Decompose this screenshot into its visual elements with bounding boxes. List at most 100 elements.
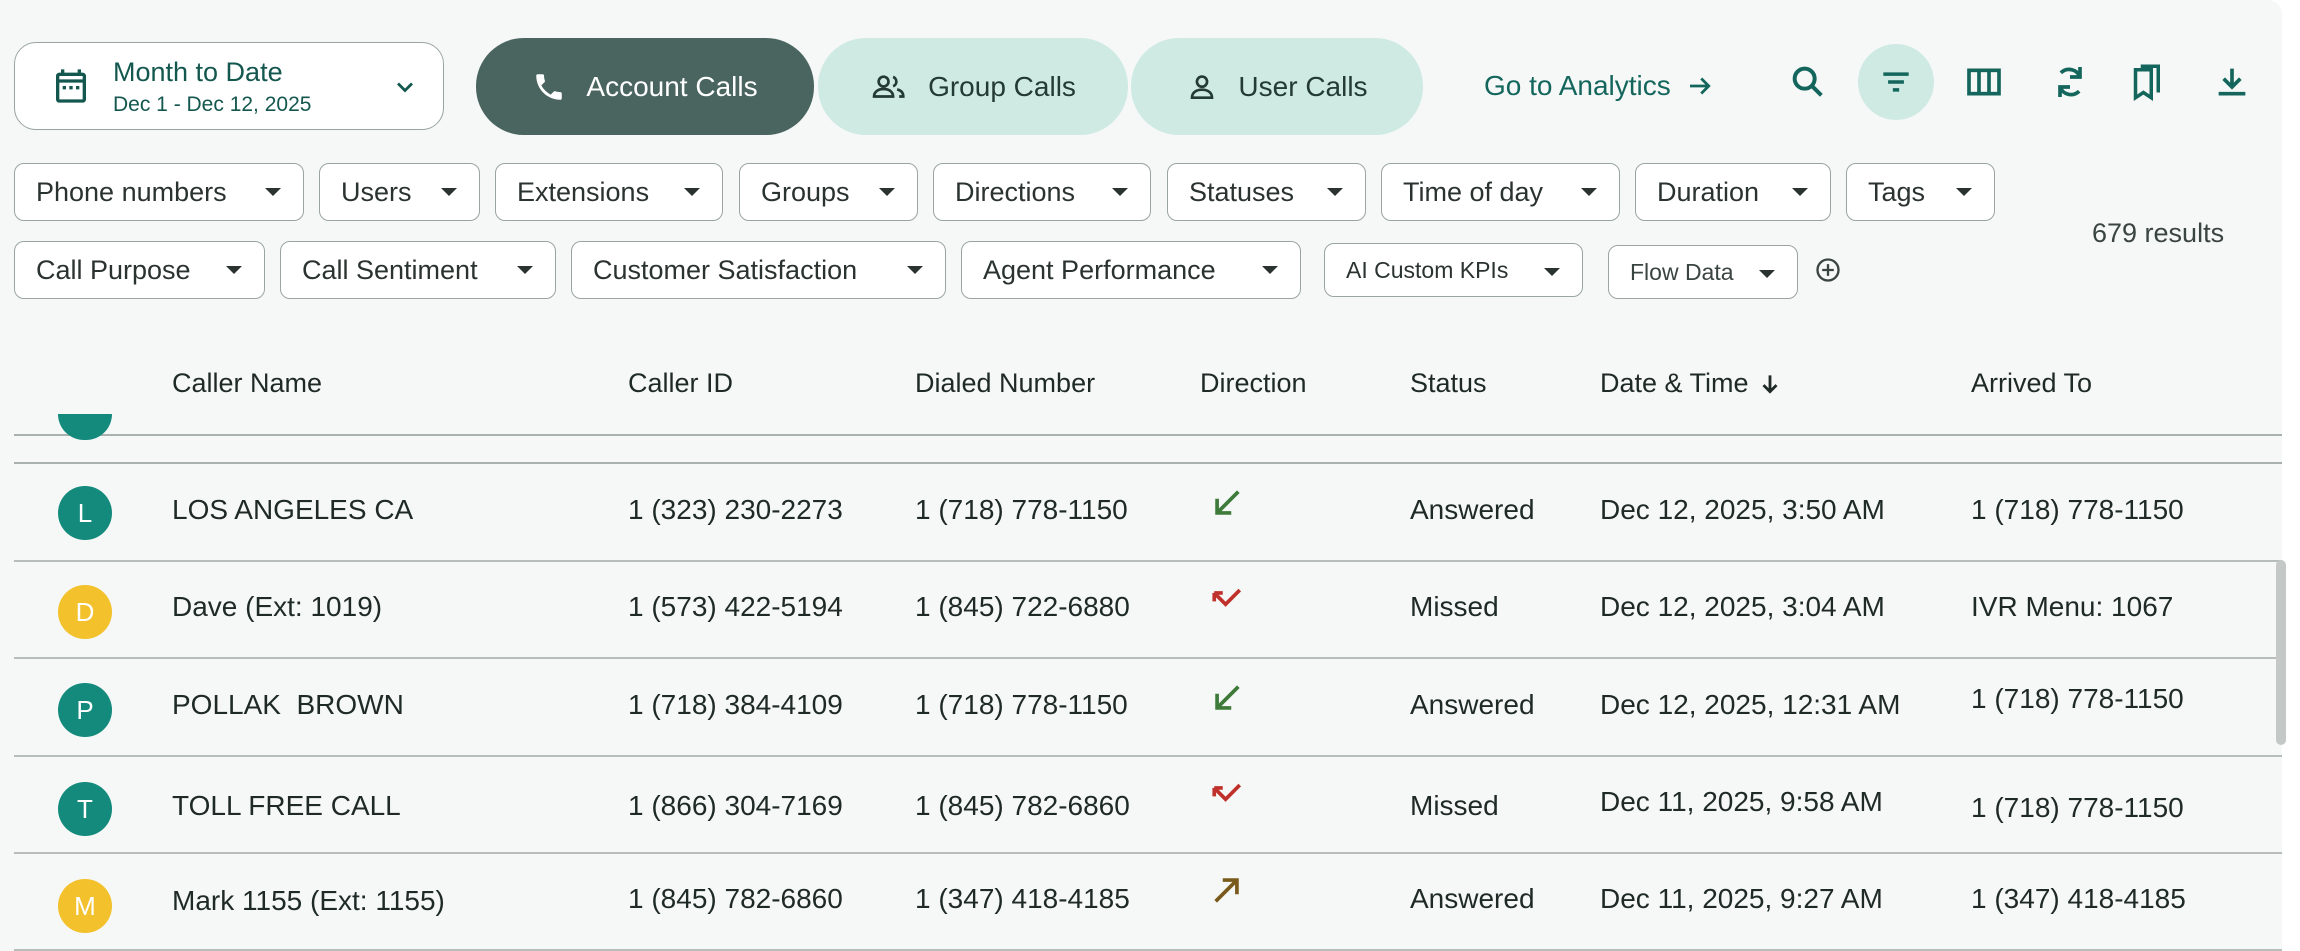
avatar: T [58, 782, 112, 836]
vertical-scrollbar[interactable] [2276, 560, 2286, 745]
caret-down-icon [1956, 188, 1972, 196]
avatar: P [58, 683, 112, 737]
column-date-time[interactable]: Date & Time [1600, 368, 1783, 399]
avatar: D [58, 585, 112, 639]
arrived-to: 1 (347) 418-4185 [1971, 883, 2186, 914]
table-row[interactable]: L LOS ANGELES CA 1 (323) 230-2273 1 (718… [14, 464, 2282, 562]
search-icon [1792, 66, 1823, 97]
caller-id: 1 (845) 782-6860 [628, 883, 843, 914]
caret-down-icon [265, 188, 281, 196]
calendar-icon [56, 69, 86, 103]
caret-down-icon [1112, 188, 1128, 196]
date-range-title: Month to Date [113, 57, 283, 87]
filter-directions[interactable]: Directions [933, 163, 1151, 221]
table-row[interactable]: P POLLAK BROWN 1 (718) 384-4109 1 (718) … [14, 659, 2282, 757]
filter-label: Flow Data [1630, 258, 1734, 285]
tab-group-calls[interactable]: Group Calls [818, 38, 1128, 135]
filter-customer-satisfaction[interactable]: Customer Satisfaction [571, 241, 946, 299]
caller-id: 1 (573) 422-5194 [628, 591, 843, 622]
filter-button[interactable] [1858, 44, 1934, 120]
filter-label: Phone numbers [36, 176, 227, 207]
caret-down-icon [684, 188, 700, 196]
search-button[interactable] [1770, 44, 1846, 120]
caret-down-icon [879, 188, 895, 196]
filter-users[interactable]: Users [319, 163, 480, 221]
sort-down-arrow-icon [1762, 374, 1778, 394]
filter-statuses[interactable]: Statuses [1167, 163, 1366, 221]
column-caller-name[interactable]: Caller Name [172, 368, 322, 399]
status: Answered [1410, 689, 1535, 720]
column-arrived-to[interactable]: Arrived To [1971, 368, 2092, 399]
caller-name: TOLL FREE CALL [172, 790, 401, 821]
date-time: Dec 11, 2025, 9:58 AM [1600, 786, 1883, 817]
caret-down-icon [907, 266, 923, 274]
outgoing-call-icon [1214, 878, 1239, 903]
tab-user-calls[interactable]: User Calls [1131, 38, 1423, 135]
header-divider [14, 434, 2282, 436]
call-history-page: Month to Date Dec 1 - Dec 12, 2025 Accou… [0, 0, 2286, 951]
avatar: M [58, 879, 112, 933]
refresh-button[interactable] [2032, 44, 2108, 120]
columns-button[interactable] [1946, 44, 2022, 120]
tab-group-calls-label: Group Calls [928, 70, 1076, 102]
table-row[interactable]: T TOLL FREE CALL 1 (866) 304-7169 1 (845… [14, 756, 2282, 854]
filter-label: Customer Satisfaction [593, 254, 858, 285]
filter-label: Agent Performance [983, 254, 1216, 285]
bookmarks-button[interactable] [2108, 44, 2184, 120]
column-caller-id[interactable]: Caller ID [628, 368, 733, 399]
caller-name: POLLAK BROWN [172, 689, 404, 720]
filter-ai-custom-kpis[interactable]: AI Custom KPIs [1324, 243, 1583, 297]
go-to-analytics-link[interactable]: Go to Analytics [1484, 70, 1715, 102]
download-button[interactable] [2194, 44, 2270, 120]
date-time: Dec 12, 2025, 3:50 AM [1600, 494, 1885, 525]
arrived-to: 1 (718) 778-1150 [1971, 683, 2184, 714]
incoming-call-icon [1215, 685, 1240, 710]
table-row[interactable]: M Mark 1155 (Ext: 1155) 1 (845) 782-6860… [14, 853, 2282, 951]
dialed-number: 1 (845) 722-6880 [915, 591, 1130, 622]
column-status[interactable]: Status [1410, 368, 1487, 399]
filter-flow-data[interactable]: Flow Data [1608, 245, 1798, 299]
add-filter-icon[interactable] [1814, 256, 1842, 284]
filter-call-purpose[interactable]: Call Purpose [14, 241, 265, 299]
date-time: Dec 11, 2025, 9:27 AM [1600, 883, 1883, 914]
caret-down-icon [1327, 188, 1343, 196]
caller-name: Mark 1155 (Ext: 1155) [172, 885, 445, 916]
caller-id: 1 (718) 384-4109 [628, 689, 843, 720]
status: Missed [1410, 790, 1499, 821]
date-range-picker[interactable]: Month to Date Dec 1 - Dec 12, 2025 [14, 42, 444, 130]
filter-tags[interactable]: Tags [1846, 163, 1995, 221]
chevron-down-icon [397, 82, 413, 93]
columns-icon [1967, 68, 2001, 96]
dialed-number: 1 (718) 778-1150 [915, 494, 1128, 525]
user-icon [1191, 74, 1214, 99]
caller-id: 1 (323) 230-2273 [628, 494, 843, 525]
caret-down-icon [441, 188, 457, 196]
filter-agent-performance[interactable]: Agent Performance [961, 241, 1301, 299]
column-direction[interactable]: Direction [1200, 368, 1307, 399]
caret-down-icon [1581, 188, 1597, 196]
filter-phone-numbers[interactable]: Phone numbers [14, 163, 304, 221]
arrived-to: 1 (718) 778-1150 [1971, 494, 2184, 525]
filter-call-sentiment[interactable]: Call Sentiment [280, 241, 556, 299]
caret-down-icon [1759, 270, 1775, 278]
table-row[interactable]: D Dave (Ext: 1019) 1 (573) 422-5194 1 (8… [14, 561, 2282, 659]
filter-time-of-day[interactable]: Time of day [1381, 163, 1620, 221]
filter-extensions[interactable]: Extensions [495, 163, 723, 221]
caller-id: 1 (866) 304-7169 [628, 790, 843, 821]
filter-label: Call Sentiment [302, 254, 478, 285]
avatar: L [58, 486, 112, 540]
results-count: 679 results [2092, 218, 2225, 248]
tab-account-calls[interactable]: Account Calls [476, 38, 814, 135]
column-dialed-number[interactable]: Dialed Number [915, 368, 1095, 399]
arrow-right-icon [1689, 77, 1711, 95]
filter-icon [1883, 72, 1909, 92]
filter-duration[interactable]: Duration [1635, 163, 1831, 221]
arrived-to: IVR Menu: 1067 [1971, 591, 2174, 622]
status: Answered [1410, 883, 1535, 914]
date-time: Dec 12, 2025, 12:31 AM [1600, 689, 1901, 720]
missed-call-icon [1212, 783, 1242, 802]
filter-groups[interactable]: Groups [739, 163, 918, 221]
caret-down-icon [226, 266, 242, 274]
date-time: Dec 12, 2025, 3:04 AM [1600, 591, 1885, 622]
caller-name: LOS ANGELES CA [172, 494, 414, 525]
